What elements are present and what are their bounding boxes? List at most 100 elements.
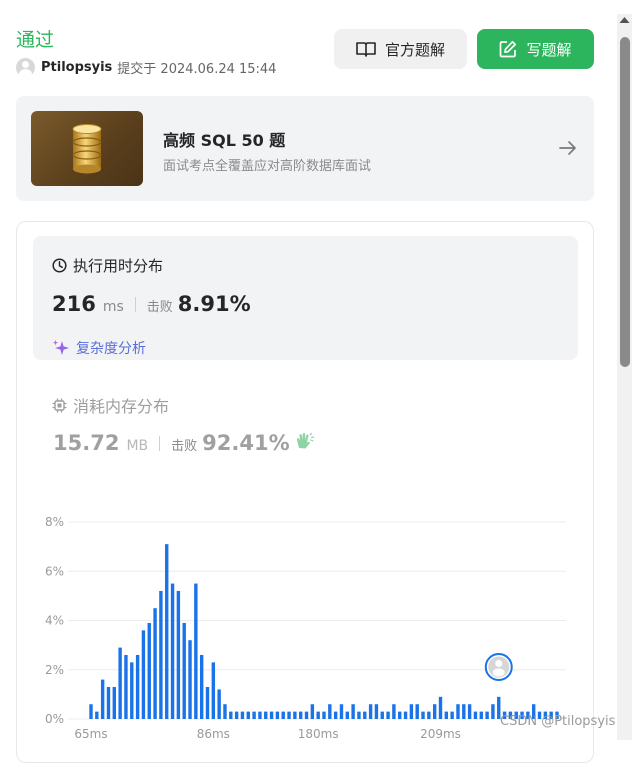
histogram-bar[interactable]: [252, 711, 256, 719]
histogram-bar[interactable]: [165, 544, 169, 719]
histogram-bar[interactable]: [293, 711, 297, 719]
runtime-heading-label: 执行用时分布: [73, 257, 164, 275]
book-icon: [356, 42, 376, 57]
histogram-bar[interactable]: [147, 622, 151, 719]
histogram-bar[interactable]: [491, 704, 495, 719]
runtime-heading: 执行用时分布: [52, 255, 163, 276]
histogram-bar[interactable]: [322, 711, 326, 719]
histogram-bar[interactable]: [421, 711, 425, 719]
histogram-bar[interactable]: [269, 711, 274, 719]
histogram-bar[interactable]: [223, 704, 227, 719]
memory-heading[interactable]: 消耗内存分布: [52, 393, 169, 417]
histogram-bar[interactable]: [234, 711, 239, 719]
histogram-bar[interactable]: [217, 689, 221, 719]
histogram-bar[interactable]: [462, 704, 466, 719]
histogram-bar[interactable]: [444, 711, 449, 719]
y-tick-label: 8%: [45, 515, 64, 529]
histogram-bar[interactable]: [130, 662, 134, 719]
histogram-bar[interactable]: [432, 704, 437, 719]
sparkle-icon: [52, 340, 69, 355]
username[interactable]: Ptilopsyis: [41, 60, 112, 75]
runtime-distribution-chart: 8% 6% 4% 2% 0% 65ms 86ms 180ms 209ms: [45, 515, 566, 740]
chip-icon: [52, 398, 67, 412]
scrollbar-thumb[interactable]: [620, 37, 630, 367]
histogram-bar[interactable]: [112, 686, 116, 719]
official-solution-button[interactable]: 官方题解: [334, 29, 467, 69]
histogram-bar[interactable]: [194, 583, 198, 719]
histogram-bar[interactable]: [199, 654, 204, 719]
histogram-bar[interactable]: [176, 590, 181, 719]
database-icon: [31, 111, 143, 186]
histogram-bar[interactable]: [170, 583, 175, 719]
histogram-bar[interactable]: [89, 704, 93, 719]
study-plan-subtitle: 面试考点全覆盖应对高阶数据库面试: [163, 159, 372, 174]
histogram-bar[interactable]: [415, 704, 419, 719]
write-solution-label: 写题解: [526, 40, 572, 59]
histogram-bar[interactable]: [345, 711, 349, 719]
histogram-bar[interactable]: [153, 608, 157, 719]
histogram-bar[interactable]: [357, 711, 361, 719]
your-submission-marker[interactable]: [484, 653, 513, 681]
histogram-bar[interactable]: [287, 711, 291, 719]
histogram-bar[interactable]: [339, 704, 344, 719]
histogram-bar[interactable]: [124, 654, 128, 719]
y-tick-label: 2%: [45, 663, 64, 677]
histogram-bar[interactable]: [240, 711, 245, 719]
histogram-bar[interactable]: [118, 647, 122, 719]
official-solution-label: 官方题解: [384, 40, 445, 59]
write-solution-button[interactable]: 写题解: [477, 29, 594, 69]
y-tick-label: 6%: [45, 564, 64, 578]
histogram-bar[interactable]: [479, 711, 483, 719]
histogram-bar[interactable]: [211, 662, 216, 719]
x-tick-label: 65ms: [74, 727, 107, 740]
complexity-analysis-link[interactable]: 复杂度分析: [52, 338, 146, 358]
histogram-bar[interactable]: [467, 704, 472, 719]
histogram-bar[interactable]: [403, 711, 408, 719]
histogram-bar[interactable]: [485, 711, 489, 719]
histogram-bar[interactable]: [299, 711, 303, 719]
histogram-bar[interactable]: [246, 711, 250, 719]
edit-icon: [500, 40, 517, 58]
histogram-bar[interactable]: [100, 679, 105, 719]
clock-icon: [52, 258, 67, 273]
histogram-bar[interactable]: [135, 654, 140, 719]
clap-hands-icon: [296, 432, 314, 449]
histogram-bar[interactable]: [380, 711, 384, 719]
histogram-bar[interactable]: [316, 711, 320, 719]
histogram-bar[interactable]: [141, 630, 146, 719]
runtime-card[interactable]: 执行用时分布 216 ms 击败 8.91% 复杂度分析: [33, 236, 578, 360]
histogram-bar[interactable]: [374, 704, 379, 719]
histogram-bar[interactable]: [392, 704, 396, 719]
study-plan-banner[interactable]: 高频 SQL 50 题 面试考点全覆盖应对高阶数据库面试: [16, 96, 594, 201]
histogram-bar[interactable]: [310, 704, 315, 719]
histogram-bar[interactable]: [427, 711, 431, 719]
histogram-bar[interactable]: [473, 711, 478, 719]
histogram-bar[interactable]: [188, 640, 192, 719]
histogram-bar[interactable]: [264, 711, 268, 719]
histogram-bar[interactable]: [258, 711, 262, 719]
histogram-bar[interactable]: [205, 686, 210, 719]
histogram-bar[interactable]: [106, 686, 111, 719]
histogram-bar[interactable]: [398, 711, 402, 719]
histogram-bar[interactable]: [182, 622, 186, 719]
histogram-bar[interactable]: [450, 711, 454, 719]
histogram-bar[interactable]: [351, 704, 355, 719]
scroll-up-arrow-icon[interactable]: [619, 16, 630, 24]
histogram-bar[interactable]: [363, 711, 367, 719]
runtime-value: 216: [52, 292, 96, 316]
histogram-bar[interactable]: [409, 704, 414, 719]
histogram-bar[interactable]: [275, 711, 280, 719]
histogram-bar[interactable]: [328, 704, 332, 719]
avatar[interactable]: [16, 58, 35, 77]
submitted-time: 提交于 2024.06.24 15:44: [117, 62, 277, 77]
histogram-bar[interactable]: [159, 590, 163, 719]
histogram-bar[interactable]: [456, 704, 460, 719]
histogram-bar[interactable]: [333, 711, 338, 719]
histogram-bar[interactable]: [229, 711, 233, 719]
histogram-bar[interactable]: [304, 711, 309, 719]
histogram-bar[interactable]: [95, 711, 99, 719]
histogram-bar[interactable]: [368, 704, 373, 719]
histogram-bar[interactable]: [281, 711, 285, 719]
histogram-bar[interactable]: [438, 696, 443, 719]
histogram-bar[interactable]: [386, 711, 390, 719]
